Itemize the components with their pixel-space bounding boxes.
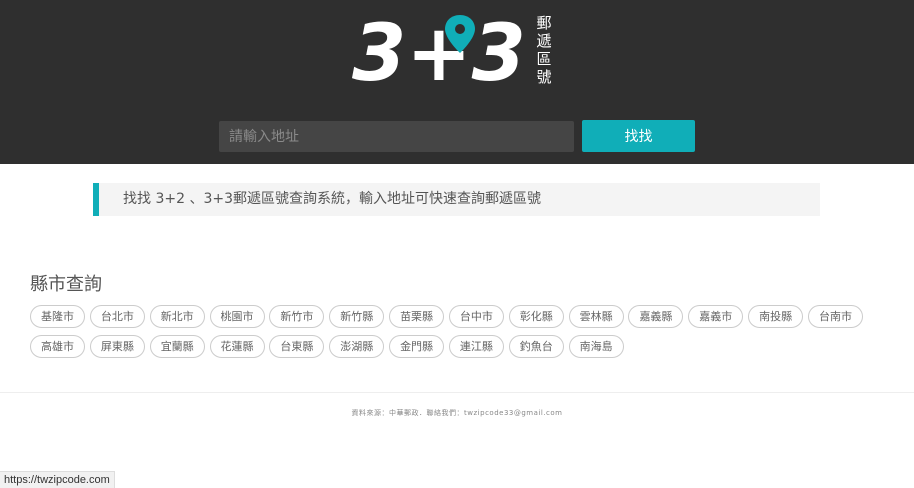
county-tag[interactable]: 宜蘭縣 bbox=[149, 335, 205, 358]
logo-graphic: 3+3 郵 遞 區 號 bbox=[352, 12, 552, 88]
county-tag[interactable]: 新北市 bbox=[149, 305, 205, 328]
county-tag[interactable]: 屏東縣 bbox=[89, 335, 145, 358]
footer-divider bbox=[0, 392, 914, 393]
county-tag[interactable]: 桃園市 bbox=[209, 305, 265, 328]
intro-banner: 找找 3+2 、3+3郵遞區號查詢系統，輸入地址可快速查詢郵遞區號 bbox=[93, 183, 820, 216]
status-bar-url: https://twzipcode.com bbox=[0, 471, 115, 488]
county-tag[interactable]: 基隆市 bbox=[30, 305, 85, 328]
county-tag[interactable]: 南海島 bbox=[568, 335, 624, 358]
county-tag[interactable]: 台北市 bbox=[89, 305, 145, 328]
county-tag[interactable]: 澎湖縣 bbox=[329, 335, 385, 358]
county-tag[interactable]: 彰化縣 bbox=[508, 305, 564, 328]
county-tag[interactable]: 花蓮縣 bbox=[209, 335, 265, 358]
county-section-title: 縣市查詢 bbox=[30, 274, 102, 295]
intro-text: 找找 3+2 、3+3郵遞區號查詢系統，輸入地址可快速查詢郵遞區號 bbox=[123, 191, 541, 207]
county-tag[interactable]: 雲林縣 bbox=[568, 305, 624, 328]
logo-side-char: 區 bbox=[536, 50, 551, 68]
site-header: 3+3 郵 遞 區 號 找找 bbox=[0, 0, 914, 164]
county-list: 基隆市 台北市 新北市 桃園市 新竹市 新竹縣 苗栗縣 台中市 彰化縣 雲林縣 嘉義縣 嘉義市 南投縣台… bbox=[30, 305, 890, 365]
footer: 資料來源：中華郵政．聯絡我們：twzipcode33@gmail.com bbox=[0, 408, 914, 418]
county-tag[interactable]: 苗栗縣 bbox=[389, 305, 445, 328]
logo-side-char: 遞 bbox=[536, 32, 551, 50]
county-tag[interactable]: 台南市 bbox=[807, 305, 863, 328]
county-tag[interactable]: 新竹縣 bbox=[329, 305, 385, 328]
county-tag[interactable]: 新竹市 bbox=[269, 305, 325, 328]
county-tag[interactable]: 嘉義市 bbox=[688, 305, 744, 328]
county-tag[interactable]: 台中市 bbox=[448, 305, 504, 328]
county-tag[interactable]: 金門縣 bbox=[389, 335, 445, 358]
address-search-input[interactable] bbox=[219, 121, 574, 152]
logo-side-char: 號 bbox=[536, 68, 551, 86]
site-logo[interactable]: 3+3 郵 遞 區 號 bbox=[352, 12, 562, 88]
county-tag[interactable]: 連江縣 bbox=[448, 335, 504, 358]
footer-text: 資料來源：中華郵政．聯絡我們：twzipcode33@gmail.com bbox=[351, 409, 563, 417]
county-tag[interactable]: 嘉義縣 bbox=[628, 305, 684, 328]
county-tag[interactable]: 台東縣 bbox=[269, 335, 325, 358]
search-button[interactable]: 找找 bbox=[582, 120, 695, 152]
county-tag[interactable]: 南投縣 bbox=[748, 305, 804, 328]
logo-main-text: 3+3 bbox=[352, 12, 526, 88]
county-tag[interactable]: 高雄市 bbox=[30, 335, 85, 358]
logo-side-char: 郵 bbox=[536, 14, 551, 32]
county-tag[interactable]: 釣魚台 bbox=[508, 335, 564, 358]
